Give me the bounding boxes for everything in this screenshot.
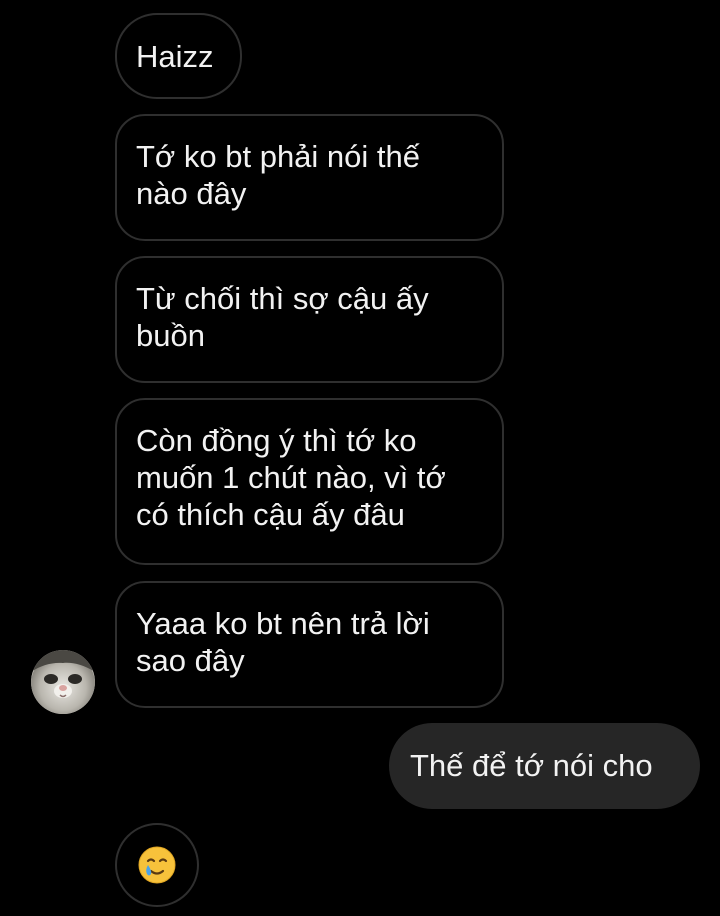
cat-face-avatar-icon (31, 650, 95, 714)
message-thread: Haizz Tớ ko bt phải nói thế nào đây Từ c… (0, 0, 720, 916)
outgoing-message-bubble[interactable]: Thế để tớ nói cho (389, 723, 700, 809)
incoming-message-bubble[interactable]: Tớ ko bt phải nói thế nào đây (115, 114, 504, 241)
incoming-message-bubble[interactable]: Còn đồng ý thì tớ ko muốn 1 chút nào, vì… (115, 398, 504, 565)
message-text: Thế để tớ nói cho (410, 748, 653, 783)
incoming-message-bubble[interactable]: Haizz (115, 13, 242, 99)
message-text: Còn đồng ý thì tớ ko muốn 1 chút nào, vì… (136, 423, 446, 532)
message-text: Tớ ko bt phải nói thế nào đây (136, 139, 420, 211)
message-text: Haizz (136, 39, 214, 74)
incoming-message-bubble[interactable]: Từ chối thì sợ cậu ấy buồn (115, 256, 504, 383)
smiling-face-with-tear-icon (138, 846, 176, 884)
contact-avatar[interactable] (31, 650, 95, 714)
emoji-reaction-bubble[interactable] (115, 823, 199, 907)
incoming-message-bubble[interactable]: Yaaa ko bt nên trả lời sao đây (115, 581, 504, 708)
message-text: Yaaa ko bt nên trả lời sao đây (136, 606, 430, 678)
message-text: Từ chối thì sợ cậu ấy buồn (136, 281, 429, 353)
